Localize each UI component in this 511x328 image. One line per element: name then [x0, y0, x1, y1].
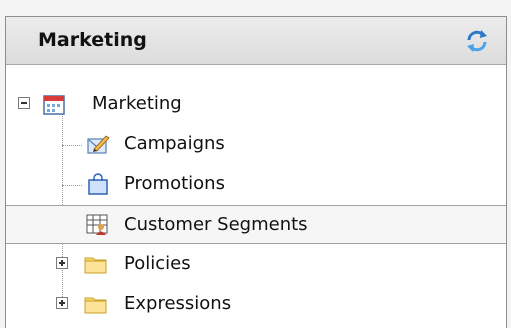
tree-item-expressions[interactable]: Expressions [6, 285, 506, 324]
tree-item-policies[interactable]: Policies [6, 245, 506, 284]
marketing-calendar-icon [43, 95, 65, 115]
refresh-icon[interactable] [464, 28, 490, 54]
customer-segments-icon [86, 214, 108, 235]
tree-item-promotions[interactable]: Promotions [6, 165, 506, 204]
panel-header: Marketing [6, 17, 506, 65]
tree-item-label: Promotions [124, 173, 225, 194]
tree-item-customer-segments[interactable]: Customer Segments [6, 205, 506, 244]
tree-item-label: Customer Segments [124, 214, 308, 235]
tree-item-label: Campaigns [124, 133, 225, 154]
marketing-panel: Marketing Marketing Campaigns Promotions… [5, 16, 507, 328]
marketing-tree: Marketing Campaigns Promotions Customer … [6, 65, 506, 328]
tree-item-campaigns[interactable]: Campaigns [6, 125, 506, 164]
folder-icon [84, 297, 107, 314]
shopping-bag-icon [88, 173, 108, 195]
collapse-icon[interactable] [18, 97, 30, 109]
tree-item-marketing[interactable]: Marketing [6, 85, 506, 124]
expand-icon[interactable] [56, 257, 68, 269]
panel-title: Marketing [38, 29, 147, 51]
folder-icon [84, 257, 107, 274]
tree-item-label: Marketing [92, 93, 182, 114]
tree-item-label: Policies [124, 253, 191, 274]
expand-icon[interactable] [56, 297, 68, 309]
tree-item-label: Expressions [124, 293, 232, 314]
campaign-edit-icon [87, 135, 110, 154]
